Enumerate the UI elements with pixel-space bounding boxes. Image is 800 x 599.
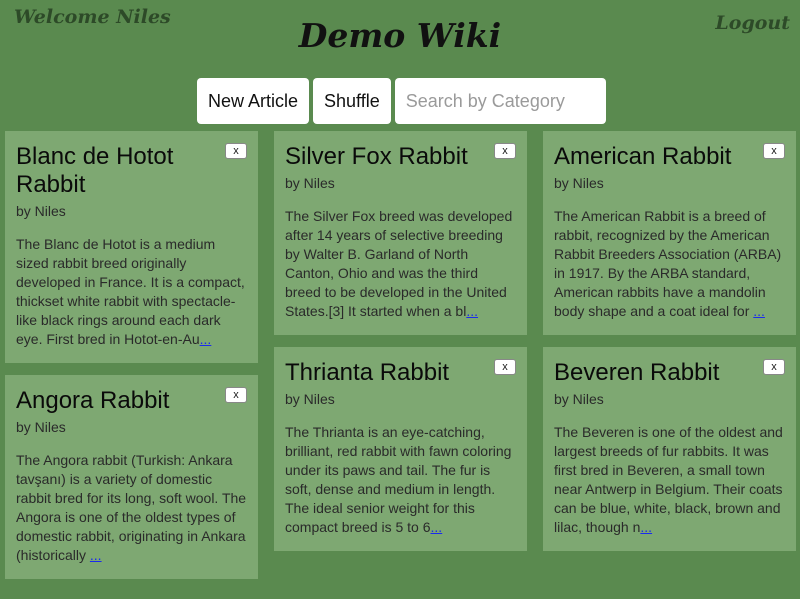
article-author: by Niles bbox=[285, 391, 335, 407]
article-card: Angora Rabbit by Niles The Angora rabbit… bbox=[5, 375, 258, 579]
read-more-link[interactable]: ... bbox=[200, 331, 212, 347]
article-excerpt: The Thrianta is an eye-catching, brillia… bbox=[285, 423, 516, 537]
article-excerpt: The Blanc de Hotot is a medium sized rab… bbox=[16, 235, 247, 349]
excerpt-text: The Silver Fox breed was developed after… bbox=[285, 208, 513, 319]
article-title[interactable]: Beveren Rabbit bbox=[554, 359, 755, 387]
close-card-button[interactable]: x bbox=[225, 143, 247, 159]
article-excerpt: The American Rabbit is a breed of rabbit… bbox=[554, 207, 785, 321]
search-category-input[interactable] bbox=[394, 78, 606, 124]
shuffle-button[interactable]: Shuffle bbox=[313, 78, 391, 124]
article-card: Blanc de Hotot Rabbit by Niles The Blanc… bbox=[5, 131, 258, 363]
excerpt-text: The Thrianta is an eye-catching, brillia… bbox=[285, 424, 512, 535]
article-card: American Rabbit by Niles The American Ra… bbox=[543, 131, 796, 335]
article-author: by Niles bbox=[554, 391, 604, 407]
excerpt-text: The Beveren is one of the oldest and lar… bbox=[554, 424, 783, 535]
article-excerpt: The Beveren is one of the oldest and lar… bbox=[554, 423, 785, 537]
read-more-link[interactable]: ... bbox=[431, 519, 443, 535]
close-card-button[interactable]: x bbox=[225, 387, 247, 403]
excerpt-text: The American Rabbit is a breed of rabbit… bbox=[554, 208, 782, 319]
article-title[interactable]: Blanc de Hotot Rabbit bbox=[16, 143, 217, 199]
close-card-button[interactable]: x bbox=[494, 143, 516, 159]
read-more-link[interactable]: ... bbox=[466, 303, 478, 319]
article-author: by Niles bbox=[16, 203, 66, 219]
close-card-button[interactable]: x bbox=[494, 359, 516, 375]
logout-link[interactable]: Logout bbox=[715, 12, 790, 34]
site-title: Demo Wiki bbox=[298, 16, 502, 55]
article-card: Beveren Rabbit by Niles The Beveren is o… bbox=[543, 347, 796, 551]
article-title[interactable]: Silver Fox Rabbit bbox=[285, 143, 486, 171]
new-article-button[interactable]: New Article bbox=[197, 78, 310, 124]
article-author: by Niles bbox=[554, 175, 604, 191]
article-title[interactable]: American Rabbit bbox=[554, 143, 755, 171]
read-more-link[interactable]: ... bbox=[90, 547, 102, 563]
article-card: Thrianta Rabbit by Niles The Thrianta is… bbox=[274, 347, 527, 551]
close-card-button[interactable]: x bbox=[763, 359, 785, 375]
article-author: by Niles bbox=[285, 175, 335, 191]
article-author: by Niles bbox=[16, 419, 66, 435]
article-title[interactable]: Angora Rabbit bbox=[16, 387, 217, 415]
article-card: Silver Fox Rabbit by Niles The Silver Fo… bbox=[274, 131, 527, 335]
read-more-link[interactable]: ... bbox=[640, 519, 652, 535]
excerpt-text: The Angora rabbit (Turkish: Ankara tavşa… bbox=[16, 452, 247, 563]
toolbar: New Article Shuffle bbox=[197, 78, 606, 124]
close-card-button[interactable]: x bbox=[763, 143, 785, 159]
article-excerpt: The Silver Fox breed was developed after… bbox=[285, 207, 516, 321]
read-more-link[interactable]: ... bbox=[753, 303, 765, 319]
article-title[interactable]: Thrianta Rabbit bbox=[285, 359, 486, 387]
article-excerpt: The Angora rabbit (Turkish: Ankara tavşa… bbox=[16, 451, 247, 565]
